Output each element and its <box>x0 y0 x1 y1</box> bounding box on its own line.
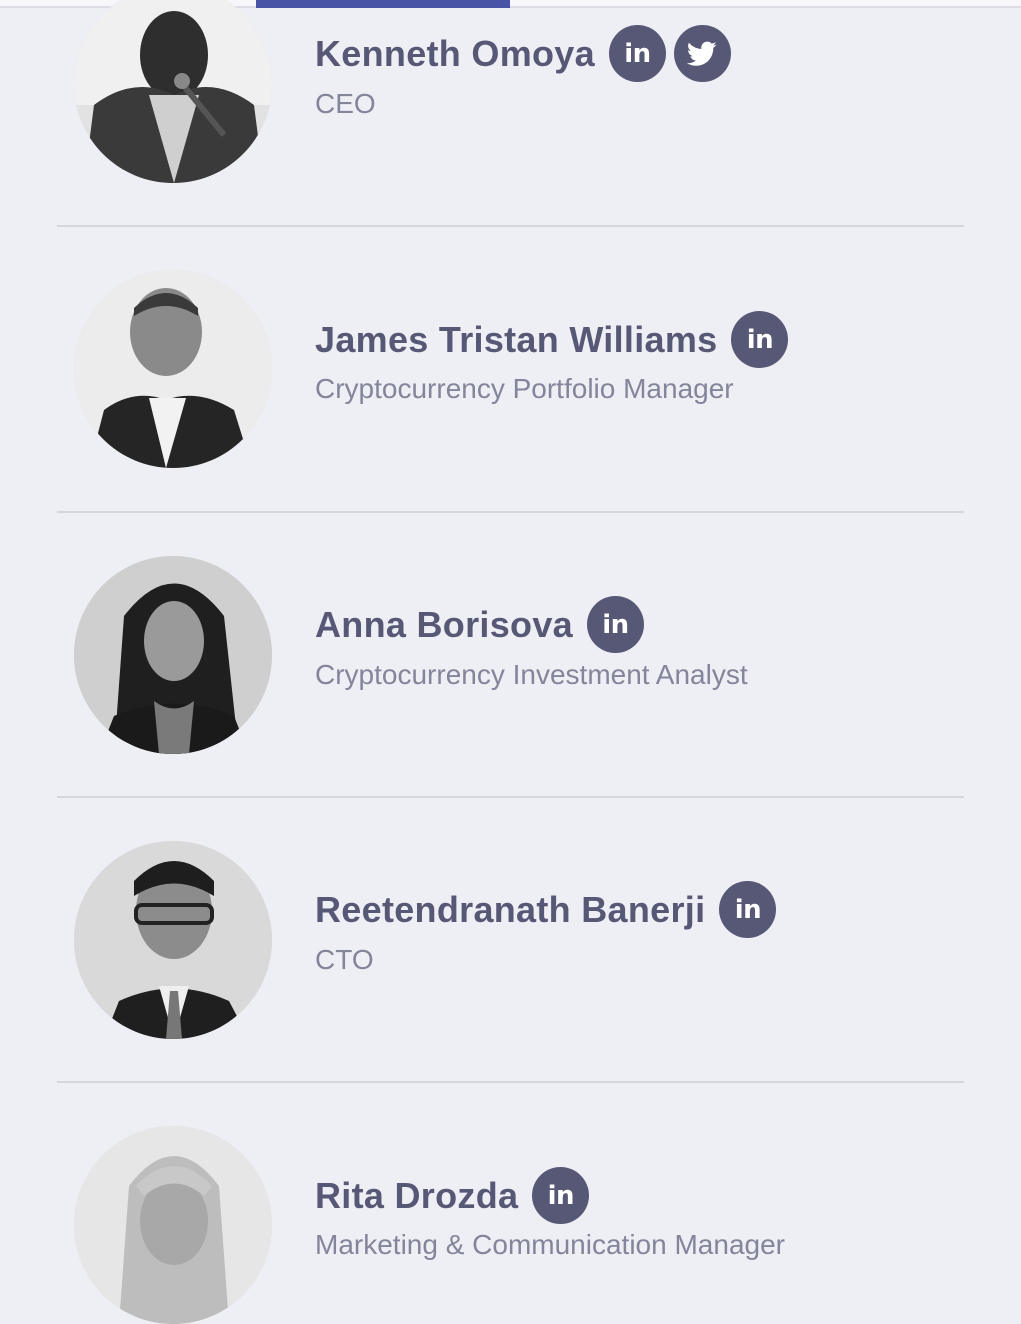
member-name-row: Reetendranath Banerji in <box>315 881 777 938</box>
divider <box>57 511 964 513</box>
avatar-reetendranath-banerji <box>74 841 272 1039</box>
member-role: Cryptocurrency Portfolio Manager <box>315 373 734 404</box>
avatar-james-tristan-williams <box>74 270 272 468</box>
member-name-row: Rita Drozda in <box>315 1167 590 1224</box>
member-name: Rita Drozda <box>315 1174 519 1216</box>
member-role: CTO <box>315 944 374 975</box>
member-role: Marketing & Communication Manager <box>315 1229 785 1260</box>
member-role: CEO <box>315 88 376 119</box>
team-list: Kenneth Omoya in CEO James Tristan Willi… <box>0 0 1021 1324</box>
divider <box>57 1081 964 1083</box>
linkedin-icon[interactable]: in <box>731 311 789 368</box>
avatar-rita-drozda <box>74 1126 272 1324</box>
linkedin-icon[interactable]: in <box>586 596 644 653</box>
divider <box>57 796 964 798</box>
twitter-icon[interactable] <box>673 25 731 82</box>
linkedin-icon[interactable]: in <box>532 1167 590 1224</box>
member-name: Kenneth Omoya <box>315 32 595 74</box>
avatar-kenneth-omoya <box>74 0 272 183</box>
linkedin-icon[interactable]: in <box>719 881 777 938</box>
linkedin-icon[interactable]: in <box>608 25 666 82</box>
member-name-row: Kenneth Omoya in <box>315 25 731 82</box>
member-name: James Tristan Williams <box>315 318 718 360</box>
avatar-anna-borisova <box>74 556 272 754</box>
divider <box>57 225 964 227</box>
member-role: Cryptocurrency Investment Analyst <box>315 659 748 690</box>
member-name: Reetendranath Banerji <box>315 888 706 930</box>
member-name: Anna Borisova <box>315 603 573 645</box>
member-name-row: James Tristan Williams in <box>315 311 789 368</box>
member-name-row: Anna Borisova in <box>315 596 644 653</box>
